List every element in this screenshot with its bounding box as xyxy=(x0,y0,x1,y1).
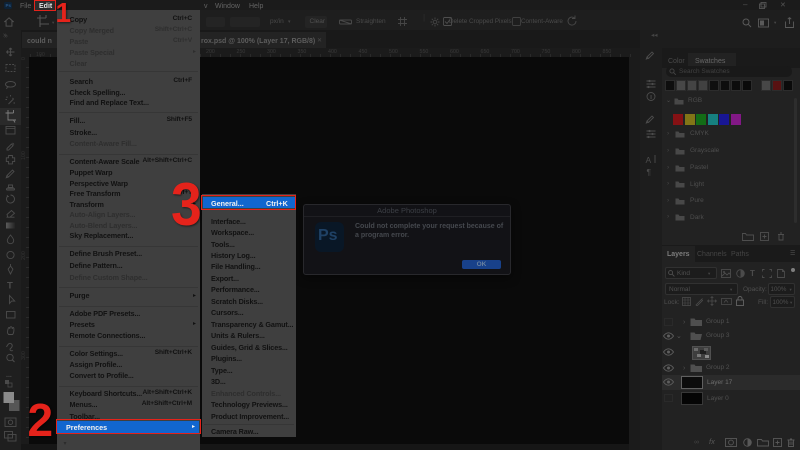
svg-text:T: T xyxy=(7,281,13,292)
svg-text:A: A xyxy=(646,155,652,165)
svg-text:»: » xyxy=(4,33,8,40)
svg-text:...: ... xyxy=(6,372,12,379)
svg-text:¶: ¶ xyxy=(647,167,652,177)
svg-text:◂◂: ◂◂ xyxy=(651,32,658,39)
